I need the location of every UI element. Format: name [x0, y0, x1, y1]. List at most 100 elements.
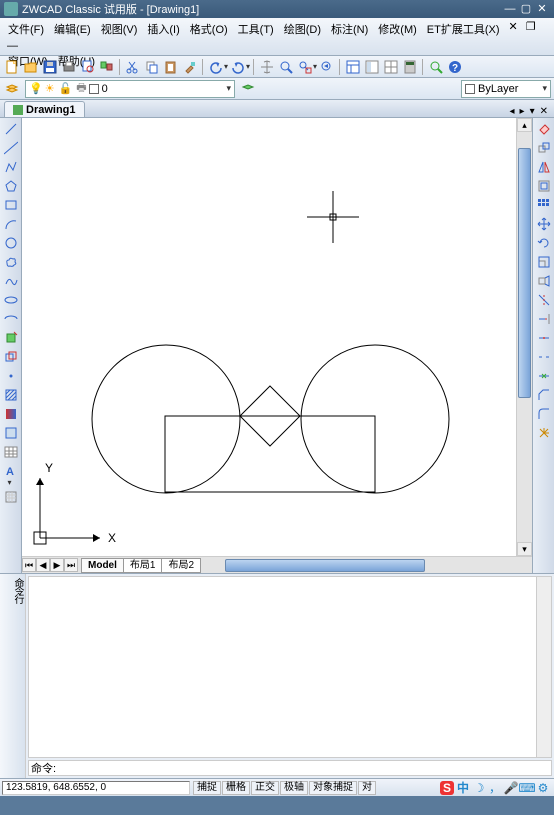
- minimize-button[interactable]: —: [502, 2, 518, 16]
- rect-button[interactable]: [2, 196, 20, 214]
- menu-insert[interactable]: 插入(I): [143, 20, 183, 38]
- color-combo[interactable]: ByLayer ▾: [461, 80, 551, 98]
- rotate-button[interactable]: [535, 234, 553, 252]
- layer-prop-button[interactable]: [3, 80, 21, 98]
- command-history[interactable]: [28, 576, 552, 758]
- ellipse-arc-button[interactable]: [2, 310, 20, 328]
- coordinates-display[interactable]: 123.5819, 648.6552, 0: [2, 781, 190, 795]
- paste-button[interactable]: [162, 58, 180, 76]
- publish-button[interactable]: [98, 58, 116, 76]
- cut-button[interactable]: [124, 58, 142, 76]
- tab-menu-button[interactable]: ▾: [528, 106, 537, 117]
- osnap-toggle[interactable]: 对象捕捉: [309, 781, 357, 795]
- tab-close-button[interactable]: ✕: [538, 106, 550, 117]
- scroll-thumb[interactable]: [518, 148, 531, 398]
- mdi-close-button[interactable]: ✕: [506, 20, 521, 38]
- make-block-button[interactable]: [2, 348, 20, 366]
- design-center-button[interactable]: [363, 58, 381, 76]
- print-preview-button[interactable]: [79, 58, 97, 76]
- line-button[interactable]: [2, 120, 20, 138]
- menu-view[interactable]: 视图(V): [97, 20, 142, 38]
- tabsurf-button[interactable]: [2, 488, 20, 506]
- tab-next-button[interactable]: ▸: [518, 106, 527, 117]
- scroll-down-button[interactable]: ▾: [517, 542, 532, 556]
- vertical-scrollbar[interactable]: ▴ ▾: [516, 118, 532, 556]
- print-button[interactable]: [60, 58, 78, 76]
- table-button[interactable]: [2, 443, 20, 461]
- revcloud-button[interactable]: [2, 253, 20, 271]
- erase-button[interactable]: [535, 120, 553, 138]
- menu-modify[interactable]: 修改(M): [374, 20, 421, 38]
- calc-button[interactable]: [401, 58, 419, 76]
- gradient-button[interactable]: [2, 405, 20, 423]
- chamfer-button[interactable]: [535, 386, 553, 404]
- polar-toggle[interactable]: 极轴: [280, 781, 308, 795]
- ime-keyboard-icon[interactable]: ⌨: [520, 781, 534, 795]
- menu-tools[interactable]: 工具(T): [234, 20, 278, 38]
- menu-ettools[interactable]: ET扩展工具(X): [423, 20, 504, 38]
- layer-combo[interactable]: 💡 ☀ 🔓 🖶 0 ▾: [25, 80, 235, 98]
- properties-button[interactable]: [344, 58, 362, 76]
- scroll-up-button[interactable]: ▴: [517, 118, 532, 132]
- ortho-toggle[interactable]: 正交: [251, 781, 279, 795]
- ime-comma-icon[interactable]: ，: [488, 781, 502, 795]
- tool-palettes-button[interactable]: [382, 58, 400, 76]
- array-button[interactable]: [535, 196, 553, 214]
- move-button[interactable]: [535, 215, 553, 233]
- tab-last-button[interactable]: ⏭: [64, 558, 78, 572]
- pan-button[interactable]: [258, 58, 276, 76]
- menu-format[interactable]: 格式(O): [186, 20, 232, 38]
- extend-button[interactable]: [535, 310, 553, 328]
- snap-toggle[interactable]: 捕捉: [193, 781, 221, 795]
- drawing-viewport[interactable]: X Y ▴ ▾ ⏮ ◀ ▶ ⏭ Model 布局1 布局2: [22, 118, 532, 573]
- ellipse-button[interactable]: [2, 291, 20, 309]
- ime-mic-icon[interactable]: 🎤: [504, 781, 518, 795]
- open-button[interactable]: [22, 58, 40, 76]
- explode-button[interactable]: [535, 424, 553, 442]
- zoom-window-button[interactable]: [296, 58, 314, 76]
- copy-obj-button[interactable]: [535, 139, 553, 157]
- menu-edit[interactable]: 编辑(E): [50, 20, 95, 38]
- tab-first-button[interactable]: ⏮: [22, 558, 36, 572]
- redo-button[interactable]: [229, 58, 247, 76]
- point-button[interactable]: [2, 367, 20, 385]
- trim-button[interactable]: [535, 291, 553, 309]
- zoom-extents-button[interactable]: [427, 58, 445, 76]
- new-button[interactable]: [3, 58, 21, 76]
- menu-file[interactable]: 文件(F): [4, 20, 48, 38]
- spline-button[interactable]: [2, 272, 20, 290]
- hatch-button[interactable]: [2, 386, 20, 404]
- close-button[interactable]: ✕: [534, 2, 550, 16]
- zoom-prev-button[interactable]: [318, 58, 336, 76]
- ime-moon-icon[interactable]: ☽: [472, 781, 486, 795]
- tab-prev-button[interactable]: ◀: [36, 558, 50, 572]
- join-button[interactable]: [535, 367, 553, 385]
- break-button[interactable]: [535, 348, 553, 366]
- hscroll-thumb[interactable]: [225, 559, 425, 572]
- polygon-button[interactable]: [2, 177, 20, 195]
- break-point-button[interactable]: [535, 329, 553, 347]
- offset-button[interactable]: [535, 177, 553, 195]
- command-scrollbar[interactable]: [536, 577, 551, 757]
- grid-toggle[interactable]: 栅格: [222, 781, 250, 795]
- tab-layout1[interactable]: 布局1: [123, 558, 163, 573]
- save-button[interactable]: [41, 58, 59, 76]
- copy-button[interactable]: [143, 58, 161, 76]
- ime-lang-icon[interactable]: 中: [456, 781, 470, 795]
- help-button[interactable]: ?: [446, 58, 464, 76]
- fillet-button[interactable]: [535, 405, 553, 423]
- doc-tab-drawing1[interactable]: Drawing1: [4, 101, 85, 117]
- horizontal-scrollbar[interactable]: [205, 558, 532, 573]
- mdi-restore-button[interactable]: ❐: [523, 20, 539, 38]
- zoom-realtime-button[interactable]: [277, 58, 295, 76]
- tab-layout2[interactable]: 布局2: [161, 558, 201, 573]
- circle-button[interactable]: [2, 234, 20, 252]
- region-button[interactable]: [2, 424, 20, 442]
- ime-gear-icon[interactable]: ⚙: [536, 781, 550, 795]
- menu-draw[interactable]: 绘图(D): [280, 20, 325, 38]
- arc-button[interactable]: [2, 215, 20, 233]
- tab-prev-button[interactable]: ◂: [508, 106, 517, 117]
- menu-dim[interactable]: 标注(N): [327, 20, 372, 38]
- pline-button[interactable]: [2, 158, 20, 176]
- otrack-toggle[interactable]: 对: [358, 781, 376, 795]
